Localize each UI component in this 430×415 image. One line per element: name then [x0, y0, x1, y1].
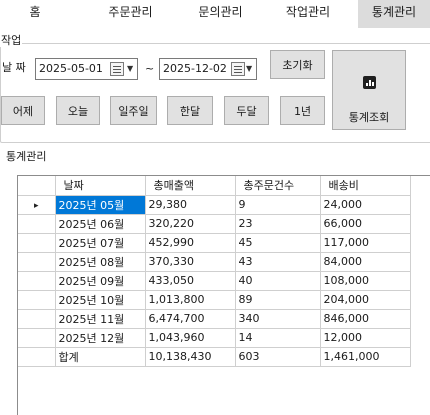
range-two-months-button[interactable]: 두달	[224, 96, 269, 125]
cell-date[interactable]: 합계	[55, 347, 146, 367]
cell-date[interactable]: 2025년 07월	[55, 233, 146, 253]
current-row-icon: ▸	[33, 201, 39, 211]
cell-date[interactable]: 2025년 06월	[55, 214, 146, 234]
table-row[interactable]: ▸ 2025년 05월 29,380 9 24,000	[18, 195, 411, 215]
query-statistics-button[interactable]: 통계조회	[332, 50, 406, 130]
cell-total-orders[interactable]: 45	[235, 233, 321, 253]
column-header-total-sales[interactable]: 총매출액	[145, 176, 236, 196]
tab-home[interactable]: 홈	[0, 0, 70, 28]
cell-total-orders[interactable]: 9	[235, 195, 321, 215]
table-row[interactable]: 2025년 10월 1,013,800 89 204,000	[18, 290, 411, 310]
cell-total-orders[interactable]: 603	[235, 347, 321, 367]
range-month-button[interactable]: 한달	[167, 96, 213, 125]
row-header[interactable]	[18, 328, 56, 348]
row-header[interactable]: ▸	[18, 195, 56, 215]
cell-shipping-fee[interactable]: 66,000	[320, 214, 411, 234]
date-label: 날 짜	[2, 61, 26, 74]
tab-inquiry-management[interactable]: 문의관리	[183, 0, 258, 28]
cell-total-sales[interactable]: 452,990	[145, 233, 236, 253]
row-header[interactable]	[18, 290, 56, 310]
cell-total-orders[interactable]: 43	[235, 252, 321, 272]
start-date-picker[interactable]: 2025-05-01 ▼	[35, 58, 138, 80]
cell-total-sales[interactable]: 370,330	[145, 252, 236, 272]
cell-total-orders[interactable]: 40	[235, 271, 321, 291]
chevron-down-icon[interactable]: ▼	[246, 64, 252, 74]
cell-total-sales[interactable]: 6,474,700	[145, 309, 236, 329]
cell-total-sales[interactable]: 320,220	[145, 214, 236, 234]
row-header[interactable]	[18, 214, 56, 234]
end-date-value: 2025-12-02	[163, 62, 227, 75]
cell-shipping-fee[interactable]: 12,000	[320, 328, 411, 348]
calendar-icon[interactable]	[231, 62, 245, 76]
cell-total-sales[interactable]: 1,013,800	[145, 290, 236, 310]
table-row[interactable]: 2025년 06월 320,220 23 66,000	[18, 214, 411, 234]
table-row[interactable]: 2025년 09월 433,050 40 108,000	[18, 271, 411, 291]
row-header[interactable]	[18, 252, 56, 272]
cell-date[interactable]: 2025년 09월	[55, 271, 146, 291]
row-header[interactable]	[18, 233, 56, 253]
cell-shipping-fee[interactable]: 1,461,000	[320, 347, 411, 367]
top-nav-bar: 홈 주문관리 문의관리 작업관리 통계관리	[0, 0, 430, 28]
cell-shipping-fee[interactable]: 108,000	[320, 271, 411, 291]
chevron-down-icon[interactable]: ▼	[127, 64, 133, 74]
range-today-button[interactable]: 오늘	[56, 96, 100, 125]
table-row[interactable]: 2025년 12월 1,043,960 14 12,000	[18, 328, 411, 348]
bar-chart-icon	[363, 76, 376, 89]
table-row[interactable]: 2025년 08월 370,330 43 84,000	[18, 252, 411, 272]
reset-button[interactable]: 초기화	[270, 50, 325, 79]
start-date-value: 2025-05-01	[39, 62, 103, 75]
table-row[interactable]: 합계 10,138,430 603 1,461,000	[18, 347, 411, 367]
cell-total-orders[interactable]: 340	[235, 309, 321, 329]
cell-date[interactable]: 2025년 11월	[55, 309, 146, 329]
cell-shipping-fee[interactable]: 24,000	[320, 195, 411, 215]
cell-date[interactable]: 2025년 08월	[55, 252, 146, 272]
calendar-icon[interactable]	[110, 62, 124, 76]
range-year-button[interactable]: 1년	[280, 96, 325, 125]
cell-total-orders[interactable]: 23	[235, 214, 321, 234]
tab-order-management[interactable]: 주문관리	[93, 0, 168, 28]
grid-corner-cell[interactable]	[18, 176, 56, 196]
work-group-title: 작업	[0, 34, 23, 47]
cell-total-sales[interactable]: 433,050	[145, 271, 236, 291]
query-statistics-label: 통계조회	[348, 111, 390, 124]
cell-shipping-fee[interactable]: 117,000	[320, 233, 411, 253]
end-date-picker[interactable]: 2025-12-02 ▼	[159, 58, 257, 80]
statistics-panel-title: 통계관리	[6, 150, 47, 163]
tab-work-management[interactable]: 작업관리	[268, 0, 348, 28]
table-row[interactable]: 2025년 07월 452,990 45 117,000	[18, 233, 411, 253]
cell-shipping-fee[interactable]: 204,000	[320, 290, 411, 310]
statistics-grid[interactable]: 날짜 총매출액 총주문건수 배송비 ▸ 2025년 05월 29,380 9 2…	[17, 175, 430, 415]
cell-total-sales[interactable]: 10,138,430	[145, 347, 236, 367]
tab-statistics-management[interactable]: 통계관리	[358, 0, 430, 28]
row-header[interactable]	[18, 347, 56, 367]
cell-total-sales[interactable]: 29,380	[145, 195, 236, 215]
date-separator: ~	[145, 62, 155, 75]
table-row[interactable]: 2025년 11월 6,474,700 340 846,000	[18, 309, 411, 329]
row-header[interactable]	[18, 271, 56, 291]
cell-total-sales[interactable]: 1,043,960	[145, 328, 236, 348]
cell-total-orders[interactable]: 14	[235, 328, 321, 348]
cell-shipping-fee[interactable]: 846,000	[320, 309, 411, 329]
cell-date[interactable]: 2025년 05월	[55, 195, 146, 215]
cell-date[interactable]: 2025년 12월	[55, 328, 146, 348]
row-header[interactable]	[18, 309, 56, 329]
range-yesterday-button[interactable]: 어제	[1, 96, 45, 125]
range-week-button[interactable]: 일주일	[110, 96, 157, 125]
column-header-date[interactable]: 날짜	[55, 176, 146, 196]
column-header-shipping-fee[interactable]: 배송비	[320, 176, 411, 196]
cell-date[interactable]: 2025년 10월	[55, 290, 146, 310]
cell-total-orders[interactable]: 89	[235, 290, 321, 310]
column-header-total-orders[interactable]: 총주문건수	[235, 176, 321, 196]
grid-header-row: 날짜 총매출액 총주문건수 배송비	[18, 176, 411, 196]
cell-shipping-fee[interactable]: 84,000	[320, 252, 411, 272]
